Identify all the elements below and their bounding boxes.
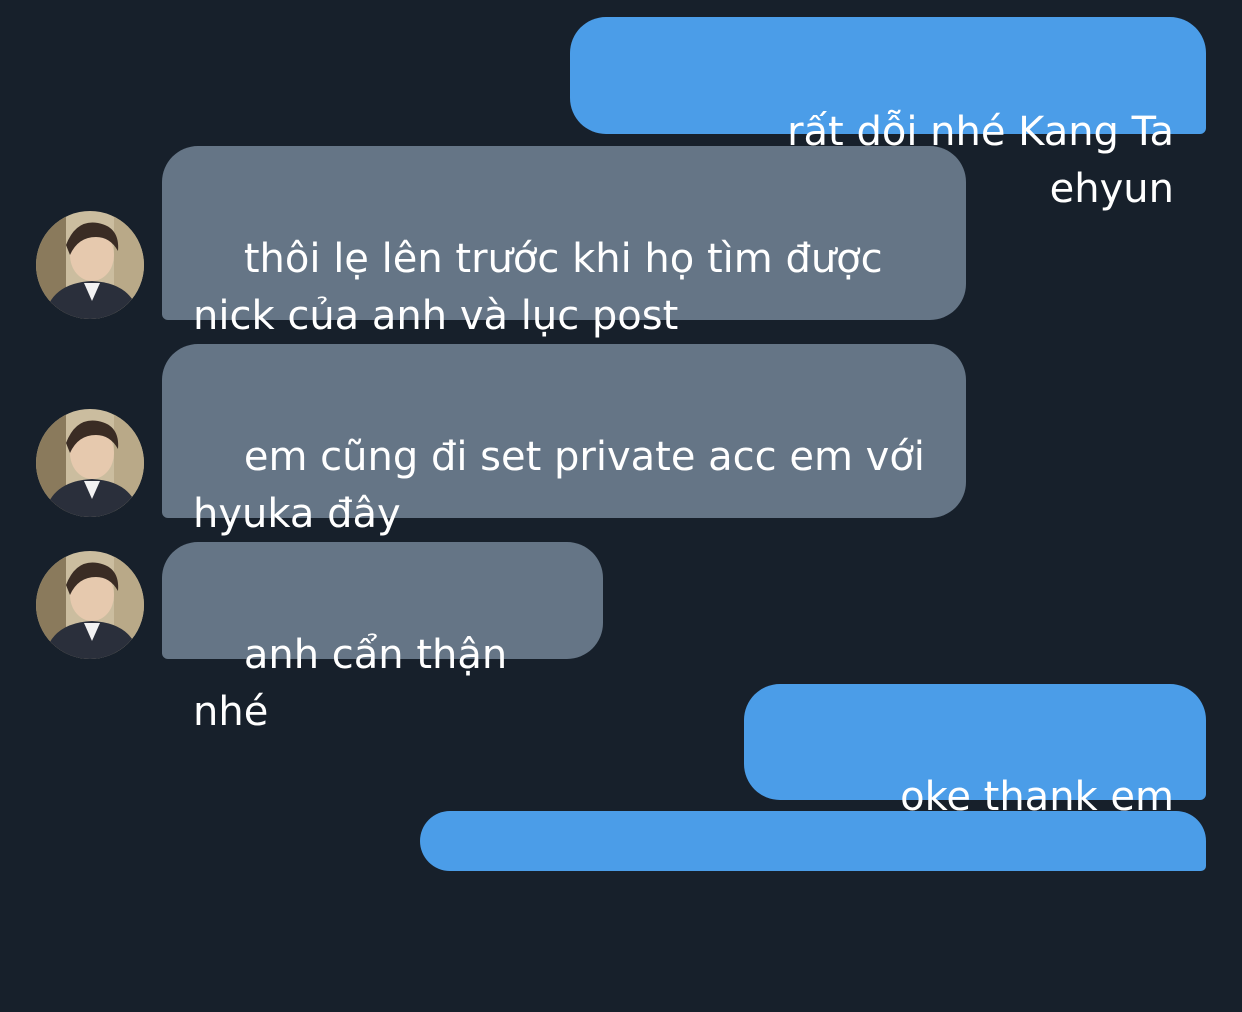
received-message-bubble[interactable]: anh cẩn thận nhé — [162, 542, 603, 735]
contact-avatar[interactable] — [36, 551, 144, 659]
message-text: thôi lẹ lên trước khi họ tìm được nick c… — [193, 236, 883, 339]
avatar-image — [36, 551, 144, 659]
sent-message-bubble[interactable]: oke thank em dzai — [744, 684, 1206, 877]
message-text: em cũng đi set private acc em với hyuka … — [193, 434, 925, 537]
sent-message-bubble[interactable]: rất dỗi nhé Kang Ta ehyun — [570, 17, 1206, 212]
contact-avatar[interactable] — [36, 211, 144, 319]
conversation-view: rất dỗi nhé Kang Ta ehyun thôi lẹ lên tr… — [0, 0, 1242, 877]
avatar-image — [36, 211, 144, 319]
avatar-image — [36, 409, 144, 517]
contact-avatar[interactable] — [36, 409, 144, 517]
sent-message-bubble[interactable] — [420, 811, 1206, 871]
received-message-bubble[interactable]: em cũng đi set private acc em với hyuka … — [162, 344, 966, 537]
message-text: anh cẩn thận nhé — [193, 632, 520, 735]
received-message-bubble[interactable]: thôi lẹ lên trước khi họ tìm được nick c… — [162, 146, 966, 339]
